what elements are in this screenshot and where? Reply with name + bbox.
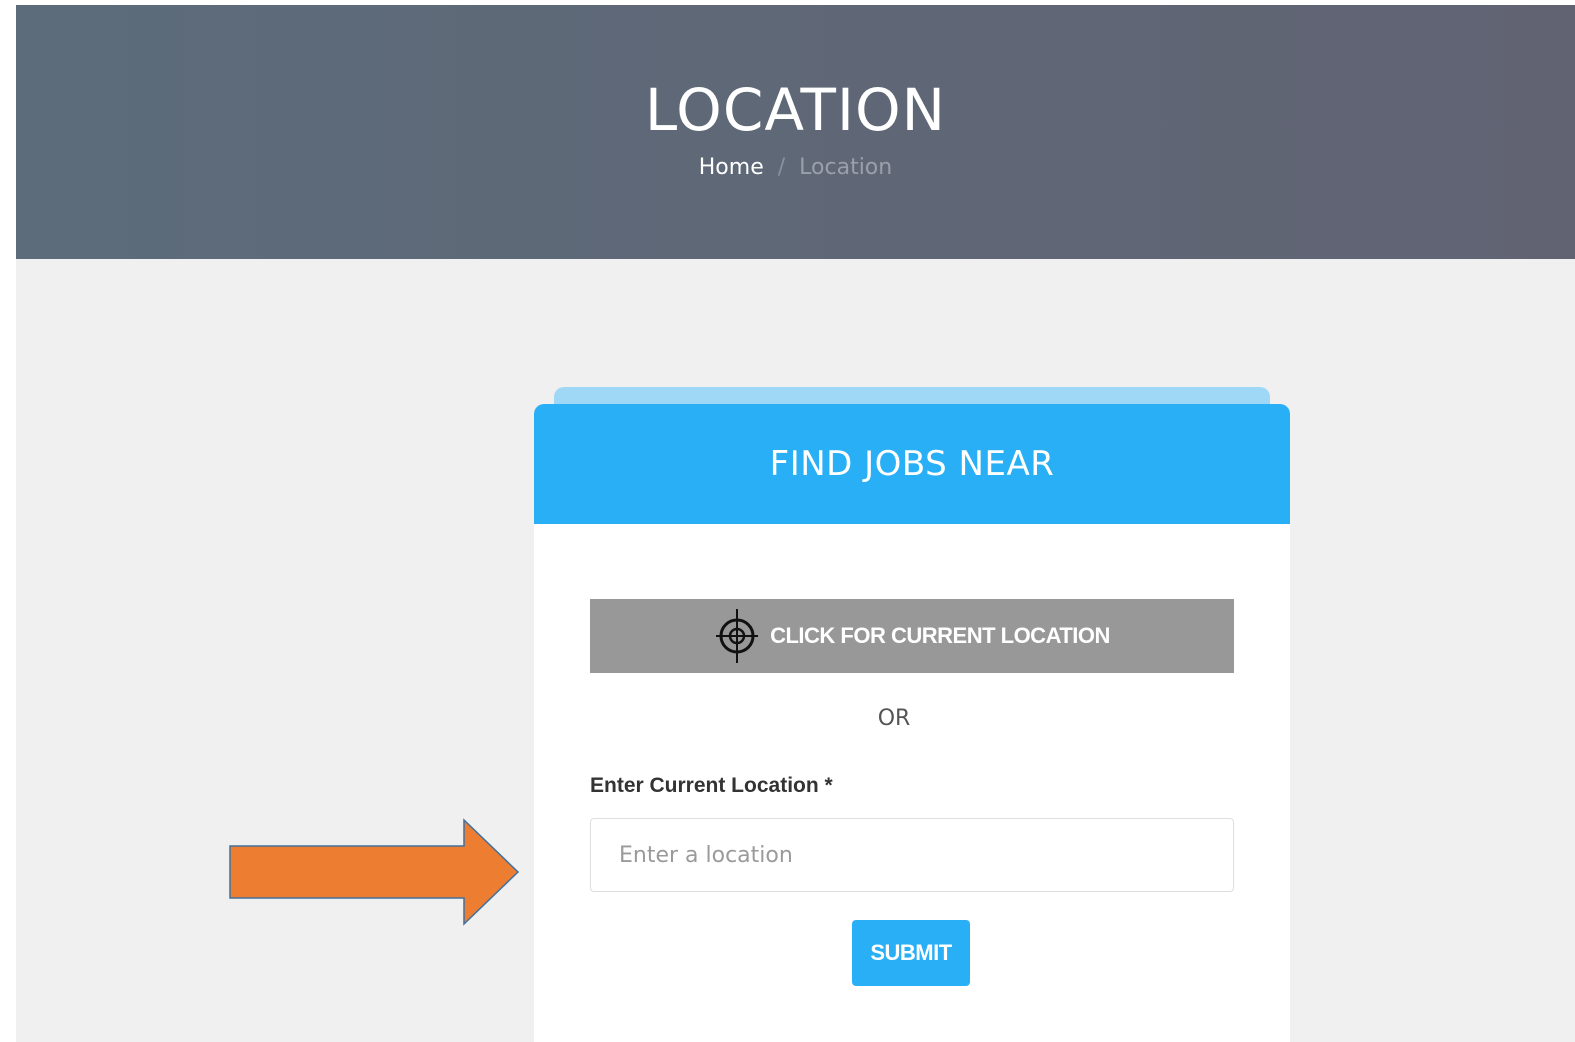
submit-button[interactable]: SUBMIT	[852, 920, 970, 986]
page: LOCATION Home / Location FIND JOBS NEAR CL…	[0, 0, 1575, 1042]
crosshair-target-icon	[716, 609, 759, 663]
card-header: FIND JOBS NEAR	[534, 404, 1290, 524]
current-location-button-label: CLICK FOR CURRENT LOCATION	[770, 623, 1110, 648]
card-title: FIND JOBS NEAR	[769, 444, 1055, 484]
breadcrumb-home-link[interactable]: Home	[699, 155, 764, 180]
page-hero-banner: LOCATION Home / Location	[16, 5, 1575, 259]
location-field-label: Enter Current Location *	[590, 774, 833, 797]
or-divider-text: OR	[877, 706, 911, 731]
current-location-button[interactable]: CLICK FOR CURRENT LOCATION	[590, 599, 1234, 673]
breadcrumb: Home / Location	[16, 153, 1575, 183]
breadcrumb-separator: /	[777, 155, 786, 180]
location-input[interactable]	[590, 818, 1234, 892]
breadcrumb-current: Location	[799, 155, 893, 180]
page-title: LOCATION	[644, 76, 947, 144]
orange-arrow-annotation-icon	[229, 818, 520, 926]
find-jobs-card: FIND JOBS NEAR CLICK FOR CURRENT LOCATIO…	[534, 404, 1290, 1042]
